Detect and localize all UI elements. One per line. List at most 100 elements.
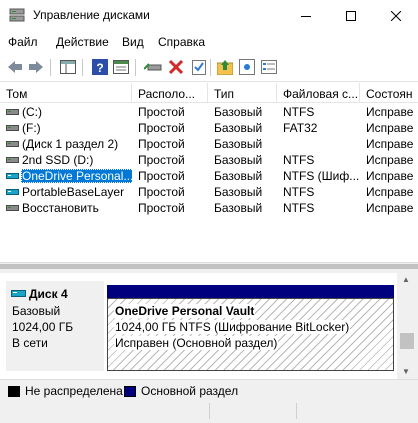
check-icon <box>192 60 206 75</box>
cell-status: Исправе <box>366 105 414 119</box>
disk-graphical-view: Диск 4 Базовый 1024,00 ГБ В сети OneDriv… <box>0 273 418 379</box>
toolbar: ? <box>0 53 418 82</box>
partition-status: Исправен (Основной раздел) <box>114 336 279 350</box>
back-button[interactable] <box>5 57 25 77</box>
cell-name: Восстановить <box>21 201 132 216</box>
unallocated-swatch <box>8 386 20 397</box>
back-arrow-icon <box>8 61 22 73</box>
disk-volume-icon <box>6 205 19 211</box>
partition-name: OneDrive Personal Vault <box>114 304 256 318</box>
cell-status: Исправе <box>366 121 414 135</box>
disk-volume-icon <box>6 141 19 147</box>
volume-name: (C:) <box>22 105 42 119</box>
cell-fs: NTFS <box>283 105 315 119</box>
delete-button[interactable] <box>166 57 186 77</box>
volume-name: 2nd SSD (D:) <box>22 153 94 167</box>
column-header-layout[interactable]: Располо... <box>132 83 208 103</box>
horizontal-scrollbar[interactable] <box>0 262 418 269</box>
virtual-disk-icon <box>6 173 19 179</box>
table-row[interactable]: (Диск 1 раздел 2) Простой Базовый Исправе <box>0 136 418 152</box>
column-header-volume[interactable]: Том <box>0 83 132 103</box>
status-bar <box>0 399 418 423</box>
console-tree-icon <box>60 60 76 74</box>
forward-arrow-icon <box>29 61 43 73</box>
properties-icon <box>113 60 129 74</box>
check-button[interactable] <box>189 57 209 77</box>
cell-name: (C:) <box>21 105 132 120</box>
partition-detail: 1024,00 ГБ NTFS (Шифрование BitLocker) <box>114 320 351 334</box>
cell-status: Исправе <box>366 153 414 167</box>
disk-name: Диск 4 <box>29 287 68 301</box>
cell-layout: Простой <box>138 153 185 167</box>
virtual-disk-icon <box>6 189 19 195</box>
cell-layout: Простой <box>138 169 185 183</box>
cell-layout: Простой <box>138 105 185 119</box>
cell-fs: NTFS <box>283 185 315 199</box>
forward-button[interactable] <box>26 57 46 77</box>
column-header-filesystem[interactable]: Файловая с... <box>277 83 360 103</box>
cell-type: Базовый <box>214 153 263 167</box>
cell-layout: Простой <box>138 137 185 151</box>
table-row[interactable]: (F:) Простой Базовый FAT32 Исправе <box>0 120 418 136</box>
maximize-icon <box>345 10 356 21</box>
menu-view[interactable]: Вид <box>122 35 144 49</box>
cell-name: OneDrive Personal... <box>21 169 132 184</box>
virtual-disk-icon <box>11 290 26 297</box>
cell-fs <box>283 137 360 152</box>
console-tree-button[interactable] <box>58 57 78 77</box>
minimize-button[interactable] <box>283 0 328 31</box>
disk-state: В сети <box>12 336 48 350</box>
cell-name: PortableBaseLayer <box>21 185 132 200</box>
menu-file[interactable]: Файл <box>8 35 38 49</box>
status-separator <box>296 403 297 419</box>
table-row[interactable]: PortableBaseLayer Простой Базовый NTFS Испра… <box>0 184 418 200</box>
cell-fs: NTFS <box>283 153 315 167</box>
volume-name: (F:) <box>22 121 41 135</box>
help-button[interactable]: ? <box>90 57 110 77</box>
folder-up-button[interactable] <box>215 57 235 77</box>
volume-name: PortableBaseLayer <box>22 185 125 199</box>
toolbar-separator <box>50 59 51 76</box>
legend-unallocated: Не распределена <box>25 384 123 398</box>
rescan-button[interactable] <box>237 57 257 77</box>
maximize-button[interactable] <box>328 0 373 31</box>
column-header-status[interactable]: Состоян <box>360 83 418 103</box>
disk-size: 1024,00 ГБ <box>12 320 74 334</box>
title-bar: Управление дисками <box>0 0 418 31</box>
disk-type: Базовый <box>12 304 61 318</box>
cell-type: Базовый <box>214 169 263 183</box>
toolbar-separator <box>82 59 83 76</box>
table-row[interactable]: Восстановить Простой Базовый NTFS Исправе <box>0 200 418 216</box>
menu-help[interactable]: Справка <box>158 35 205 49</box>
cell-type: Базовый <box>214 201 263 215</box>
cell-fs: FAT32 <box>283 121 318 135</box>
rescan-icon <box>239 59 255 75</box>
settings-list-button[interactable] <box>259 57 279 77</box>
scrollbar-thumb[interactable] <box>400 333 414 349</box>
properties-button[interactable] <box>111 57 131 77</box>
volume-name: OneDrive Personal... <box>21 169 132 183</box>
volume-name: Восстановить <box>22 201 99 215</box>
status-separator <box>209 403 210 419</box>
minimize-icon <box>300 15 311 17</box>
disk-volume-icon <box>6 157 19 163</box>
legend-primary: Основной раздел <box>141 384 239 398</box>
cell-layout: Простой <box>138 201 185 215</box>
cell-status: Исправе <box>366 169 414 183</box>
scroll-down-icon[interactable]: ▼ <box>402 367 410 376</box>
scroll-up-icon[interactable]: ▲ <box>402 275 410 284</box>
table-row[interactable]: OneDrive Personal... Простой Базовый NTFS (… <box>0 168 418 184</box>
cell-type: Базовый <box>214 185 263 199</box>
close-button[interactable] <box>373 0 418 31</box>
close-icon <box>390 10 401 21</box>
menu-bar: Файл Действие Вид Справка <box>0 31 418 53</box>
vertical-scrollbar[interactable]: ▲ ▼ <box>397 273 418 379</box>
menu-action[interactable]: Действие <box>56 35 109 49</box>
cell-fs: NTFS <box>283 201 315 215</box>
column-header-type[interactable]: Тип <box>208 83 277 103</box>
disk-info-panel[interactable]: Диск 4 Базовый 1024,00 ГБ В сети <box>6 281 104 371</box>
legend-bar: Не распределена Основной раздел <box>0 379 418 399</box>
table-row[interactable]: (C:) Простой Базовый NTFS Исправе <box>0 104 418 120</box>
connect-disk-button[interactable] <box>143 57 163 77</box>
table-row[interactable]: 2nd SSD (D:) Простой Базовый NTFS Исправе <box>0 152 418 168</box>
